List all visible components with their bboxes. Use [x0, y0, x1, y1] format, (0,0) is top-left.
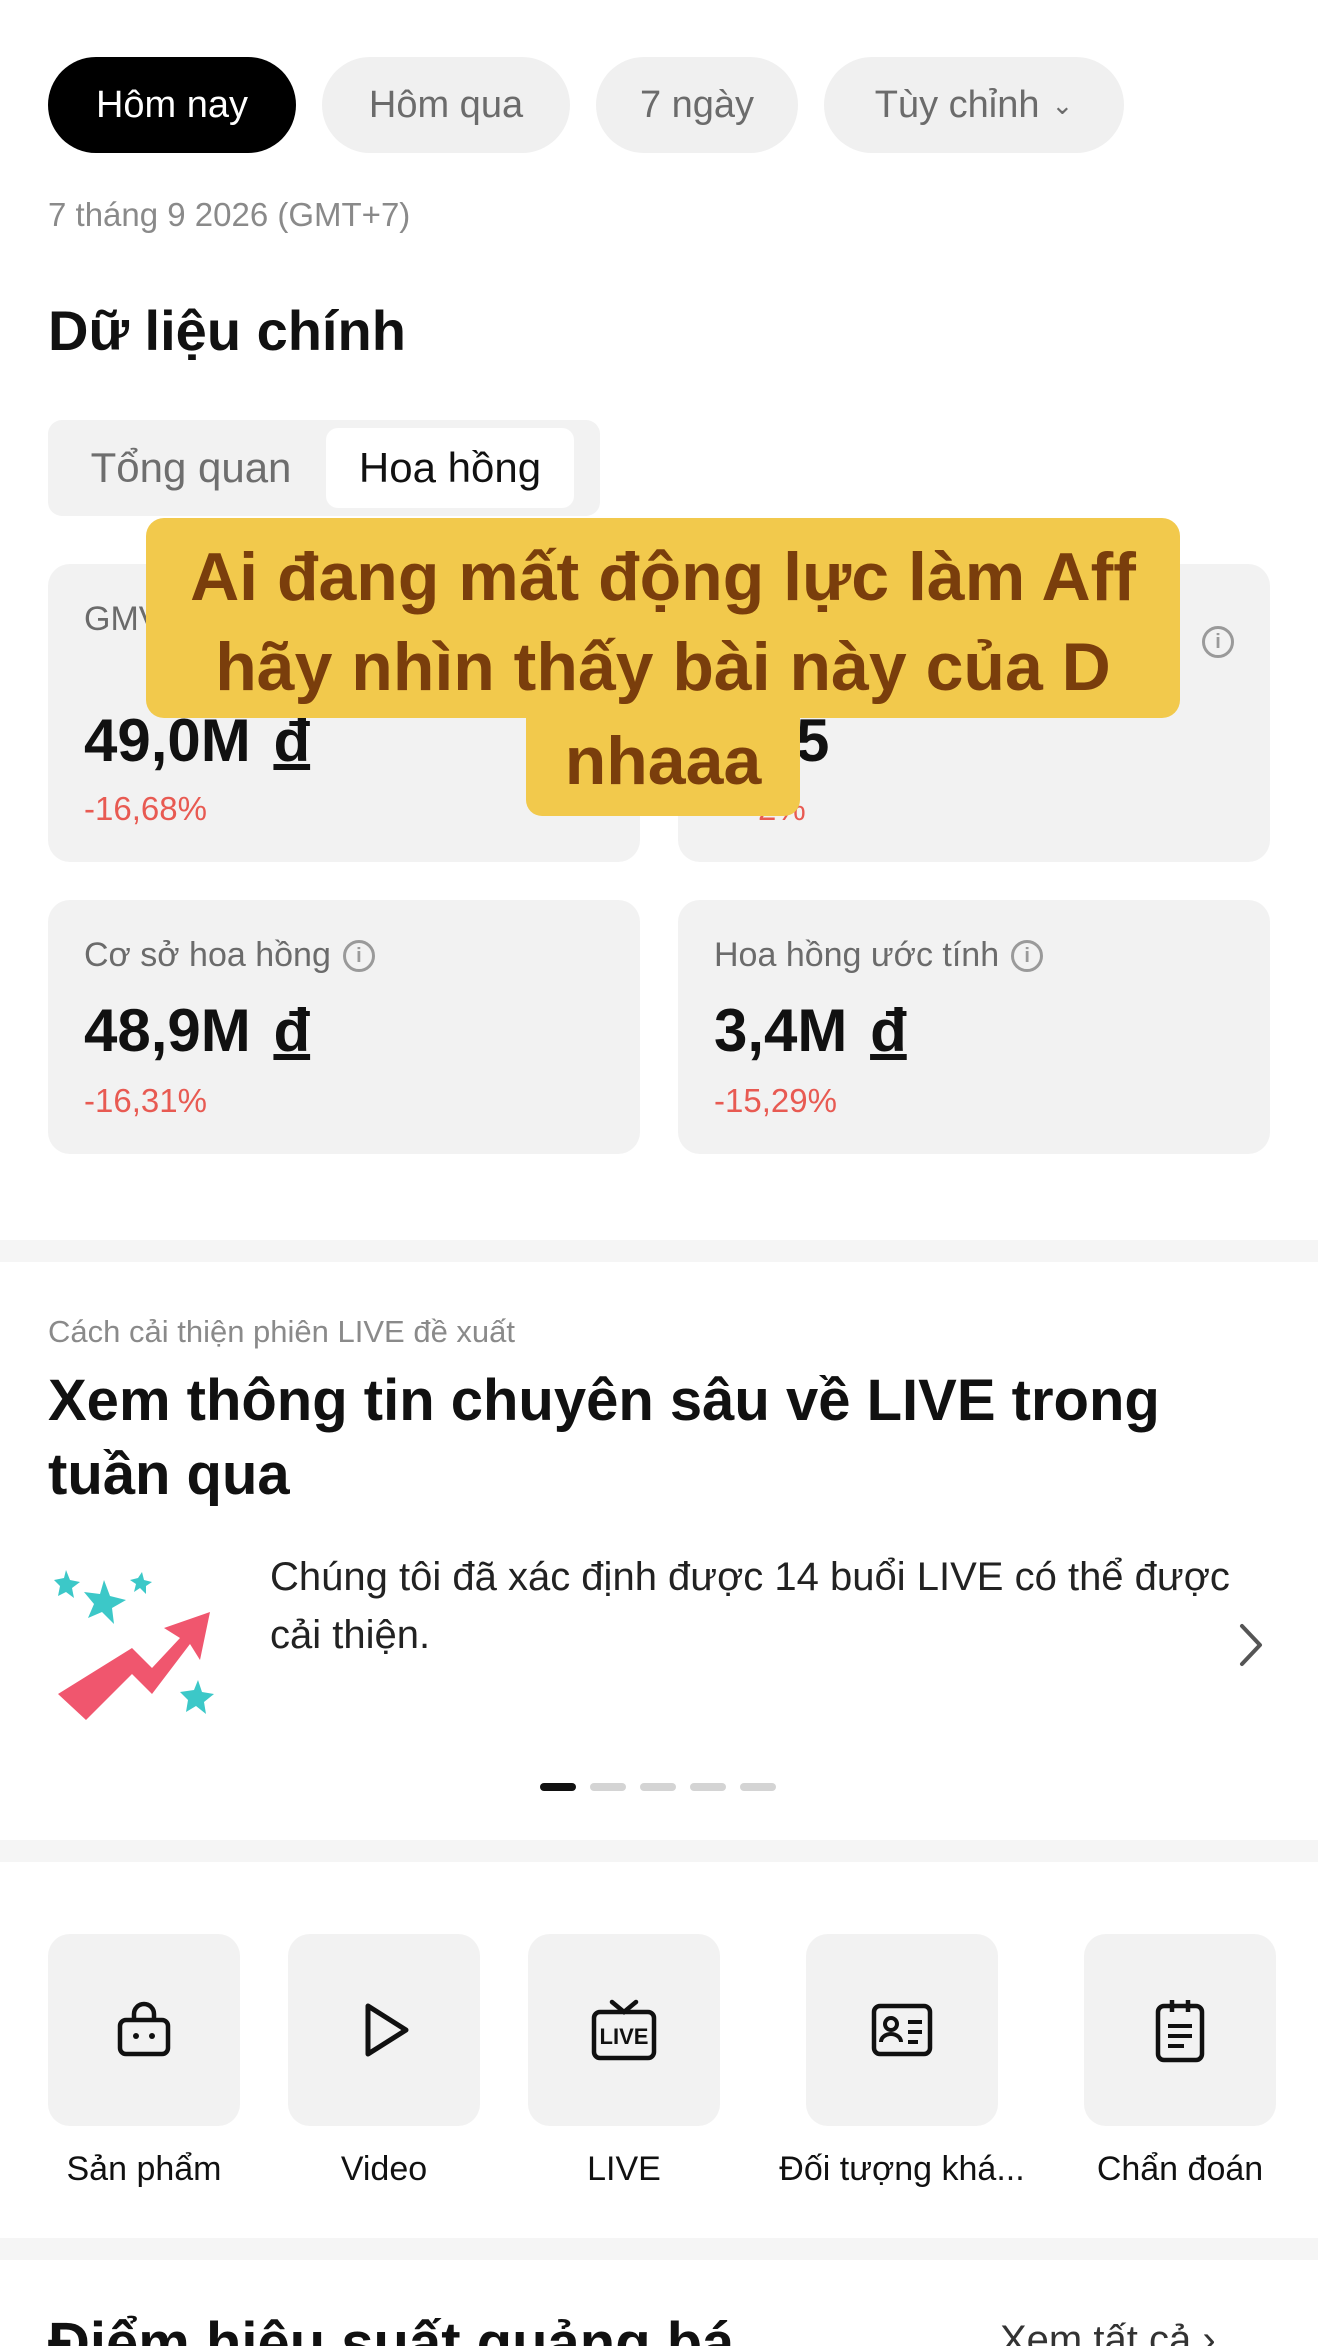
clipboard-icon — [1155, 2000, 1205, 2063]
section-divider — [0, 1840, 1318, 1862]
caption-overlay-tail: nhaaa — [526, 716, 800, 816]
shortcut-diagnosis-label: Chẩn đoán — [1096, 2150, 1264, 2188]
metric-label: Hoa hồng ước tính i — [714, 936, 1044, 975]
info-icon[interactable]: i — [1202, 626, 1234, 658]
shortcut-products-label: Sản phẩm — [66, 2150, 222, 2188]
live-tv-icon: LIVE — [591, 1999, 657, 2061]
shortcut-video-label: Video — [340, 2150, 428, 2188]
filter-7-days-chip[interactable]: 7 ngày — [596, 57, 798, 153]
date-range-text: 7 tháng 9 2026 (GMT+7) — [48, 196, 411, 233]
chevron-down-icon: ⌄ — [1051, 89, 1074, 120]
filter-custom-chip[interactable]: Tùy chỉnh ⌄ — [824, 57, 1124, 153]
data-tabs: Tổng quan Hoa hồng — [48, 420, 600, 516]
caption-line-2: hãy nhìn thấy bài này của D — [215, 629, 1111, 705]
shortcut-live-label: LIVE — [587, 2150, 661, 2188]
date-filter-chips: Hôm nay Hôm qua 7 ngày Tùy chỉnh ⌄ — [48, 57, 1124, 153]
main-data-title: Dữ liệu chính — [48, 299, 406, 362]
shortcut-audience-label: Đối tượng khá... — [779, 2150, 1025, 2188]
id-card-icon — [871, 2003, 933, 2057]
carousel-pagination — [540, 1783, 776, 1791]
filter-today-chip[interactable]: Hôm nay — [48, 57, 296, 153]
filter-custom-label: Tùy chỉnh — [874, 83, 1040, 126]
metric-change: -16,68% — [84, 790, 207, 827]
growth-chart-icon — [54, 1570, 214, 1720]
tab-overview[interactable]: Tổng quan — [56, 428, 326, 508]
metric-label: Cơ sở hoa hồng i — [84, 936, 375, 975]
tab-commission[interactable]: Hoa hồng — [326, 428, 574, 508]
chevron-right-icon[interactable] — [1236, 1618, 1266, 1672]
section-divider — [0, 2238, 1318, 2260]
view-all-link[interactable]: Xem tất cả › — [1000, 2318, 1216, 2346]
pagination-dot[interactable] — [540, 1783, 576, 1791]
svg-text:LIVE: LIVE — [600, 2024, 649, 2049]
caption-overlay: Ai đang mất động lực làm Aff hãy nhìn th… — [146, 518, 1180, 718]
shortcut-products-tile[interactable] — [48, 1934, 240, 2126]
pagination-dot[interactable] — [740, 1783, 776, 1791]
metric-change: -16,31% — [84, 1082, 207, 1119]
pagination-dot[interactable] — [590, 1783, 626, 1791]
caption-line-3: nhaaa — [564, 723, 762, 799]
shopping-bag-icon — [117, 2001, 171, 2057]
shortcut-audience-tile[interactable] — [806, 1934, 998, 2126]
shortcut-live-tile[interactable]: LIVE — [528, 1934, 720, 2126]
shortcut-video-tile[interactable] — [288, 1934, 480, 2126]
play-icon — [365, 2003, 409, 2057]
caption-line-1: Ai đang mất động lực làm Aff — [190, 539, 1136, 615]
promotion-score-title: Điểm hiệu suất quảng bá — [48, 2311, 735, 2346]
insight-title: Xem thông tin chuyên sâu về LIVE trong t… — [48, 1368, 1160, 1507]
insight-description: Chúng tôi đã xác định được 14 buổi LIVE … — [270, 1555, 1230, 1657]
section-divider — [0, 1240, 1318, 1262]
metric-value: 48,9M đ — [84, 997, 311, 1064]
metric-change: -15,29% — [714, 1082, 837, 1119]
shortcut-diagnosis-tile[interactable] — [1084, 1934, 1276, 2126]
metric-card-estimated-commission[interactable]: Hoa hồng ước tính i 3,4M đ -15,29% — [678, 900, 1270, 1154]
pagination-dot[interactable] — [640, 1783, 676, 1791]
info-icon[interactable]: i — [342, 939, 375, 972]
metric-card-commission-base[interactable]: Cơ sở hoa hồng i 48,9M đ -16,31% — [48, 900, 640, 1154]
info-icon[interactable]: i — [1011, 939, 1044, 972]
insight-eyebrow: Cách cải thiện phiên LIVE đề xuất — [48, 1314, 516, 1349]
metric-value: 3,4M đ — [714, 997, 907, 1064]
filter-yesterday-chip[interactable]: Hôm qua — [322, 57, 570, 153]
pagination-dot[interactable] — [690, 1783, 726, 1791]
